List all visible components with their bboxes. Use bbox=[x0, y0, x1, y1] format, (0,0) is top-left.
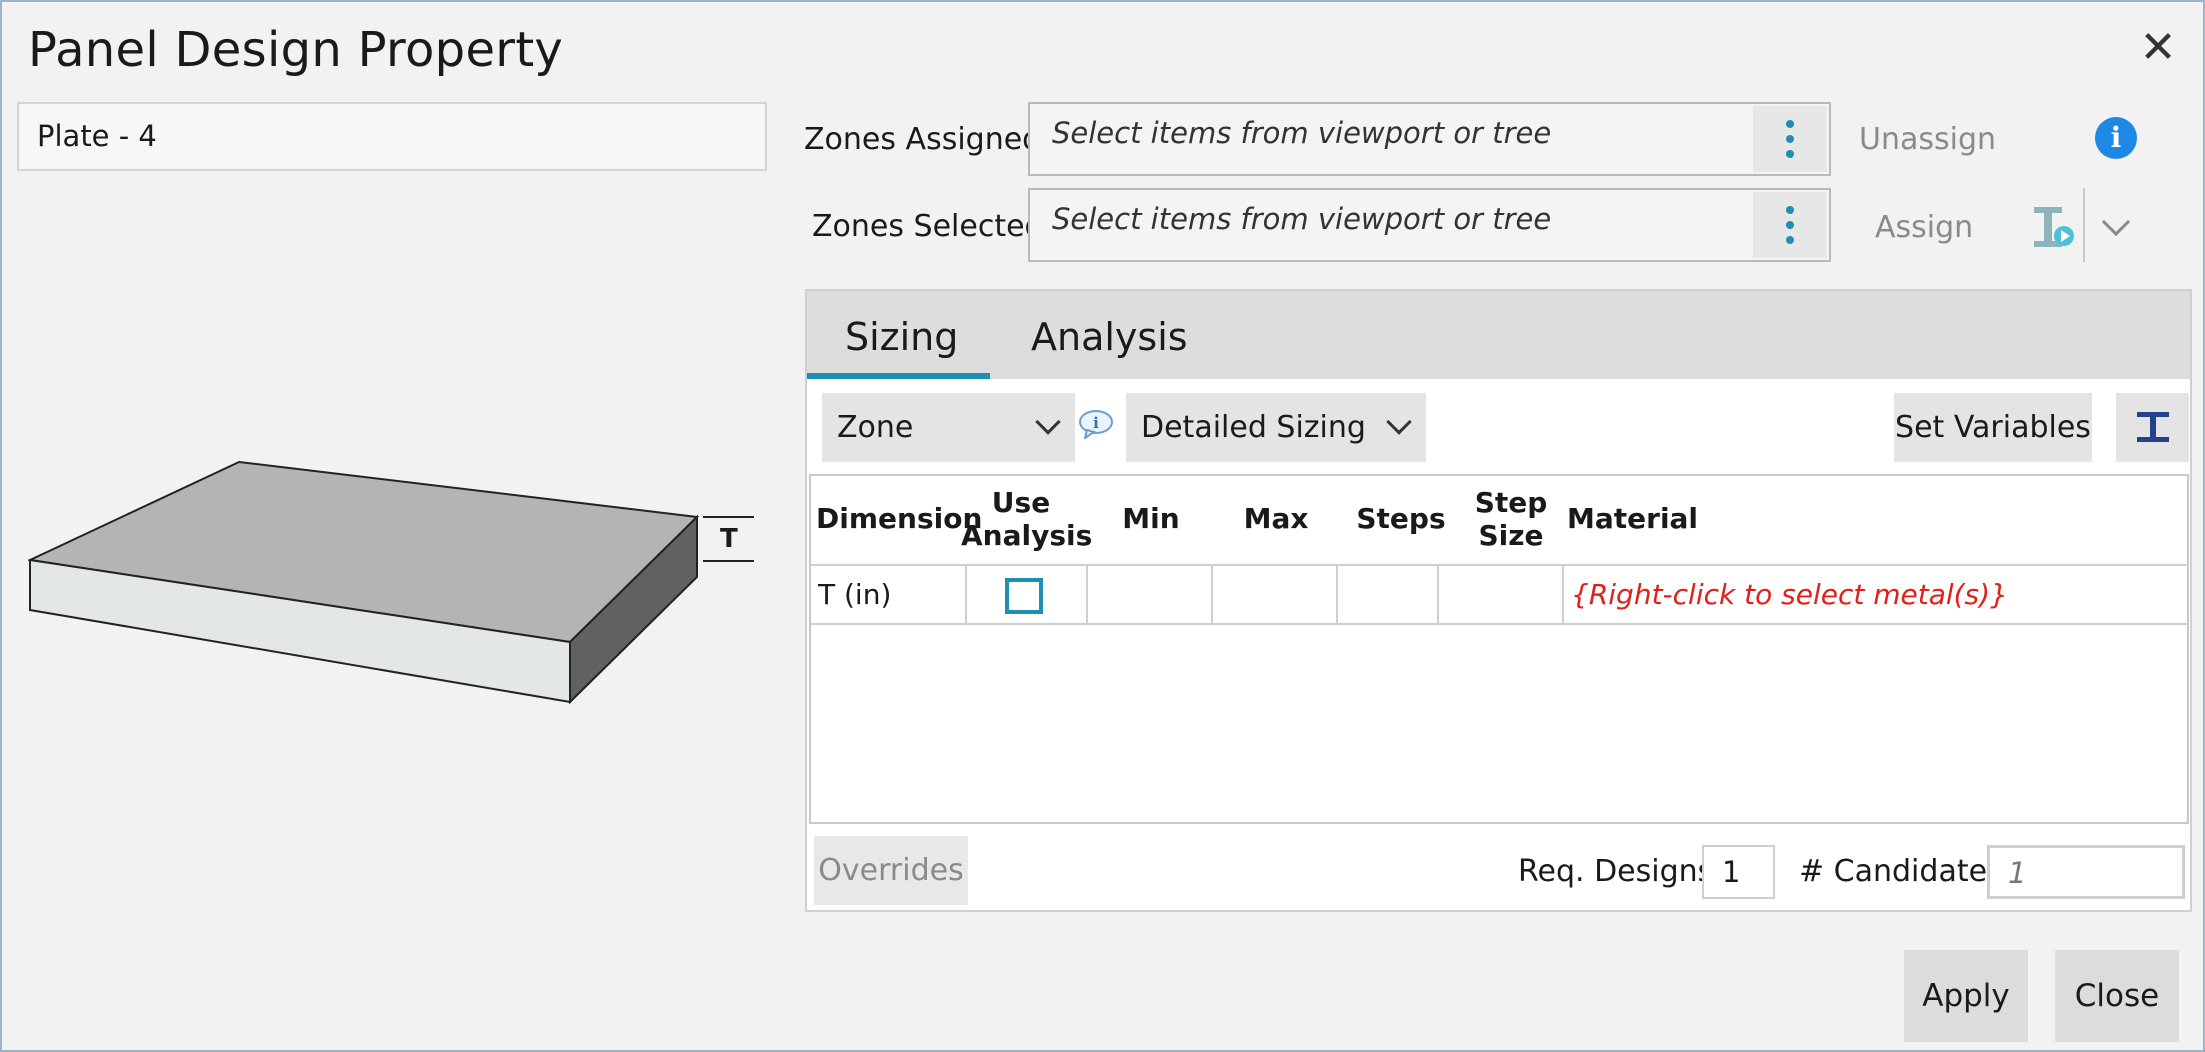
more-vertical-icon[interactable] bbox=[1753, 192, 1827, 258]
cell-material[interactable]: {Right-click to select metal(s)} bbox=[1564, 566, 2187, 623]
zones-assigned-placeholder: Select items from viewport or tree bbox=[1052, 116, 1552, 150]
candidates-label: # Candidates bbox=[1799, 854, 2003, 889]
unassign-button[interactable]: Unassign bbox=[1859, 122, 1996, 157]
chevron-down-icon[interactable] bbox=[2101, 207, 2131, 237]
req-designs-label: Req. Designs bbox=[1518, 854, 1714, 889]
zones-assigned-label: Zones Assigned: bbox=[804, 122, 1052, 157]
cell-max[interactable] bbox=[1213, 566, 1338, 623]
split-divider bbox=[2083, 188, 2085, 262]
tab-sizing[interactable]: Sizing bbox=[845, 315, 958, 359]
cell-steps[interactable] bbox=[1338, 566, 1439, 623]
scope-value: Zone bbox=[837, 410, 914, 445]
tab-bar: Sizing Analysis bbox=[807, 291, 2190, 379]
cell-use-analysis bbox=[967, 566, 1088, 623]
info-icon[interactable]: i bbox=[2095, 117, 2137, 159]
more-vertical-icon[interactable] bbox=[1753, 106, 1827, 172]
beam-assign-icon[interactable] bbox=[2032, 204, 2076, 250]
cell-dimension: T (in) bbox=[811, 566, 967, 623]
active-tab-indicator bbox=[807, 373, 990, 379]
dimension-table: Dimension Use Analysis Min Max Steps Ste… bbox=[809, 474, 2189, 824]
table-row[interactable]: T (in) {Right-click to select metal(s)} bbox=[811, 564, 2187, 625]
header-step-size-line2: Size bbox=[1478, 519, 1544, 552]
sizing-mode-value: Detailed Sizing bbox=[1141, 410, 1366, 445]
close-button[interactable]: Close bbox=[2055, 950, 2179, 1042]
zones-assigned-field[interactable]: Select items from viewport or tree bbox=[1028, 102, 1831, 176]
scope-dropdown[interactable]: Zone bbox=[822, 393, 1075, 462]
beam-shape-button[interactable] bbox=[2116, 393, 2189, 462]
cell-min[interactable] bbox=[1088, 566, 1213, 623]
assign-button[interactable]: Assign bbox=[1875, 210, 1973, 245]
set-variables-button[interactable]: Set Variables bbox=[1894, 393, 2092, 462]
info-bubble-icon[interactable]: i bbox=[1077, 409, 1115, 439]
header-step-size-line1: Step bbox=[1474, 486, 1548, 519]
svg-text:i: i bbox=[1093, 414, 1099, 432]
header-use-analysis-line2: Analysis bbox=[961, 519, 1093, 552]
design-panel: Sizing Analysis Zone i Detailed Sizing S… bbox=[805, 289, 2192, 912]
dialog-title: Panel Design Property bbox=[28, 22, 564, 78]
chevron-down-icon bbox=[1386, 409, 1412, 435]
i-beam-icon bbox=[2136, 412, 2169, 442]
close-icon[interactable]: ✕ bbox=[2136, 26, 2180, 70]
zones-selected-label: Zones Selected: bbox=[812, 209, 1054, 244]
header-min: Min bbox=[1122, 502, 1180, 535]
candidates-input[interactable]: 1 bbox=[1987, 845, 2185, 899]
sizing-mode-dropdown[interactable]: Detailed Sizing bbox=[1126, 393, 1426, 462]
header-use-analysis-line1: Use bbox=[991, 486, 1051, 519]
plate-illustration bbox=[28, 460, 754, 705]
apply-button[interactable]: Apply bbox=[1904, 950, 2028, 1042]
chevron-down-icon bbox=[1035, 409, 1061, 435]
header-material: Material bbox=[1567, 502, 1699, 535]
header-steps: Steps bbox=[1356, 502, 1446, 535]
header-dimension: Dimension bbox=[816, 502, 983, 535]
panel-design-property-dialog: Panel Design Property ✕ Plate - 4 T Zone… bbox=[0, 0, 2205, 1052]
zones-selected-placeholder: Select items from viewport or tree bbox=[1052, 202, 1552, 236]
req-designs-input[interactable]: 1 bbox=[1702, 845, 1775, 899]
zones-selected-field[interactable]: Select items from viewport or tree bbox=[1028, 188, 1831, 262]
header-max: Max bbox=[1243, 502, 1309, 535]
use-analysis-checkbox[interactable] bbox=[1005, 578, 1043, 614]
cell-step-size[interactable] bbox=[1439, 566, 1564, 623]
thickness-dimension-label: T bbox=[720, 524, 738, 554]
item-name-field[interactable]: Plate - 4 bbox=[17, 102, 767, 171]
overrides-button[interactable]: Overrides bbox=[814, 836, 968, 905]
tab-analysis[interactable]: Analysis bbox=[1031, 315, 1188, 359]
